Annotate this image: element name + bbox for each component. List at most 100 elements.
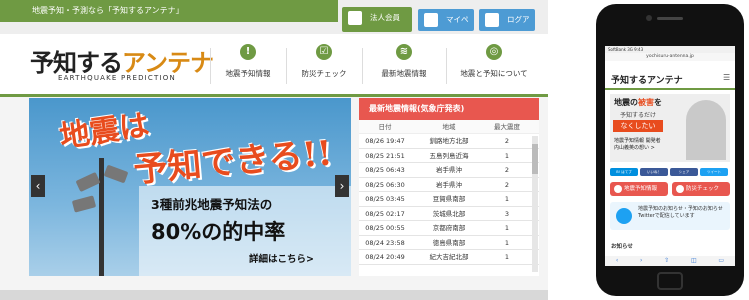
mobile-banner-caption: 地震予知情報 開発者 内山義英の想い > [614, 138, 661, 151]
nav-latest-quake[interactable]: ≋ 最新地震情報 [364, 42, 444, 88]
table-row[interactable]: 08/26 19:47 釧路地方北部 2 [359, 134, 539, 149]
quake-date: 08/25 03:45 [365, 195, 405, 203]
mobile-check-button[interactable]: 防災チェック [672, 182, 730, 196]
forward-icon[interactable]: › [640, 256, 642, 266]
quake-intensity: 1 [504, 151, 510, 160]
col-date: 日付 [378, 123, 392, 131]
quake-date: 08/25 06:43 [365, 166, 405, 174]
mobile-quake-button[interactable]: 地震予知情報 [610, 182, 668, 196]
nav-label: 最新地震情報 [381, 69, 427, 78]
logout-button[interactable]: ログアウト [479, 9, 535, 46]
nav-quake-prediction[interactable]: ! 地震予知情報 [212, 42, 284, 88]
nav-divider [446, 48, 447, 84]
quake-table-body: 08/26 19:47 釧路地方北部 2 08/25 21:51 五島列島近海 1 08… [359, 134, 539, 265]
quake-region: 京都府南部 [432, 224, 466, 232]
table-row[interactable]: 08/25 06:43 岩手県沖 2 [359, 163, 539, 178]
hero-detail-link[interactable]: 詳細はこちら> [249, 251, 314, 265]
mobile-banner[interactable]: 地震の被害を 予知するだけ なくしたい 地震予知情報 開発者 内山義英の想い > [610, 94, 730, 162]
site-tagline: 地震予知・予測なら「予知するアンテナ」 [0, 0, 338, 22]
slider-next-button[interactable]: › [335, 175, 349, 197]
alert-icon [614, 185, 622, 193]
hero-subline: 3種前兆地震予知法の [151, 197, 273, 212]
quake-date: 08/25 00:55 [365, 224, 405, 232]
quake-intensity: 1 [504, 224, 510, 232]
mobile-banner-sub: 予知するだけ [620, 112, 657, 119]
tweet-button[interactable]: ツイート [700, 168, 728, 176]
desktop-site: 地震予知・予測なら「予知するアンテナ」 法人会員 マイページ ログアウト 予知す… [0, 0, 548, 300]
slider-prev-button[interactable]: ‹ [31, 175, 45, 197]
nav-divider [286, 48, 287, 84]
quake-scrollbar[interactable] [532, 136, 538, 272]
mobile-logo[interactable]: 予知するアンテナ [611, 73, 683, 86]
bookmarks-icon[interactable]: ◫ [691, 256, 697, 266]
quake-region: 岩手県沖 [436, 180, 462, 189]
mobile-banner-highlight: なくしたい [613, 120, 663, 132]
hatena-button[interactable]: B! はてブ [610, 168, 638, 176]
quake-date: 08/25 02:17 [365, 209, 405, 218]
like-button[interactable]: いいね！ [640, 168, 668, 176]
scrollbar-thumb[interactable] [532, 144, 538, 174]
table-row[interactable]: 08/25 21:51 五島列島近海 1 [359, 149, 539, 163]
quake-intensity: 3 [504, 209, 510, 218]
rss-icon: ≋ [396, 44, 412, 60]
latest-quake-panel: 最新地震情報(気象庁発表) 日付 地域 最大震度 08/26 19:47 釧路地方… [359, 98, 539, 276]
nav-label: 地震と予知について [460, 69, 528, 78]
mypage-button[interactable]: マイページ [418, 9, 474, 46]
hamburger-menu-icon[interactable]: ☰ [723, 73, 730, 82]
quake-table-header: 日付 地域 最大震度 [359, 120, 539, 134]
quake-date: 08/25 06:30 [365, 180, 405, 189]
top-bar: 地震予知・予測なら「予知するアンテナ」 法人会員 マイページ ログアウト [0, 0, 548, 46]
phone-screen: SoftBank 3G 9:43 yochisuru-antenna.jp 予知… [605, 46, 735, 266]
home-button[interactable] [657, 272, 683, 290]
mobile-url-bar[interactable]: yochisuru-antenna.jp [605, 53, 735, 61]
table-row[interactable]: 08/24 20:49 紀大吉紀北部 1 [359, 250, 539, 265]
table-row[interactable]: 08/25 02:17 茨城県北部 3 [359, 207, 539, 221]
table-row[interactable]: 08/25 00:55 京都府南部 1 [359, 221, 539, 236]
quake-date: 08/24 20:49 [365, 253, 405, 261]
button-label: 地震予知情報 [624, 186, 658, 192]
logo-accent-text: アンテナ [122, 49, 214, 77]
quake-intensity: 1 [504, 238, 510, 247]
user-icon [424, 13, 438, 27]
nav-disaster-check[interactable]: ☑ 防災チェック [288, 42, 360, 88]
banner-text: 地震の [614, 98, 638, 107]
check-icon [676, 185, 684, 193]
clock: 9:43 [634, 47, 644, 52]
col-region: 地域 [442, 123, 456, 131]
table-row[interactable]: 08/24 23:58 徳島県南部 1 [359, 236, 539, 250]
news-heading: お知らせ [611, 244, 633, 250]
earpiece [657, 17, 683, 20]
target-icon: ◎ [486, 44, 502, 60]
twitter-bird-icon [616, 208, 632, 224]
site-logo[interactable]: 予知するアンテナ [30, 43, 214, 78]
table-row[interactable]: 08/25 06:30 岩手県沖 2 [359, 178, 539, 192]
share-icon[interactable]: ⇧ [664, 256, 669, 266]
quake-region: 豆賀県南部 [432, 195, 466, 203]
quake-region: 紀大吉紀北部 [429, 253, 469, 261]
twitter-notice[interactable]: 地震予知のお知らせ・予知のお知らせTwitterで配信しています [610, 202, 730, 230]
quake-date: 08/25 21:51 [365, 151, 405, 160]
header-divider [0, 94, 548, 97]
banner-red-text: 被害 [638, 98, 654, 107]
corporate-member-label: 法人会員 [370, 13, 400, 22]
check-icon: ☑ [316, 44, 332, 60]
nav-about-prediction[interactable]: ◎ 地震と予知について [448, 42, 540, 88]
quake-date: 08/24 23:58 [365, 238, 405, 247]
logo-subtitle: EARTHQUAKE PREDICTION [58, 74, 176, 82]
table-row[interactable]: 08/25 03:45 豆賀県南部 1 [359, 192, 539, 207]
camera-icon [646, 15, 652, 21]
quake-intensity: 2 [504, 180, 510, 189]
phone-status-bar: SoftBank 3G 9:43 [605, 46, 735, 53]
back-icon[interactable]: ‹ [616, 256, 618, 266]
quake-date: 08/26 19:47 [365, 137, 405, 145]
mobile-banner-title: 地震の被害を [614, 97, 662, 108]
quake-panel-title: 最新地震情報(気象庁発表) [359, 98, 539, 120]
member-icon [348, 11, 362, 25]
tabs-icon[interactable]: ▭ [718, 256, 724, 266]
banner-text: を [654, 98, 662, 107]
quake-intensity: 1 [504, 253, 510, 261]
corporate-member-button[interactable]: 法人会員 [342, 7, 412, 32]
share-button[interactable]: シェア [670, 168, 698, 176]
smartphone-frame: SoftBank 3G 9:43 yochisuru-antenna.jp 予知… [596, 4, 744, 296]
hero-banner[interactable]: 地震は 予知できる!! 3種前兆地震予知法の 80%の的中率 詳細はこちら> [29, 98, 351, 276]
